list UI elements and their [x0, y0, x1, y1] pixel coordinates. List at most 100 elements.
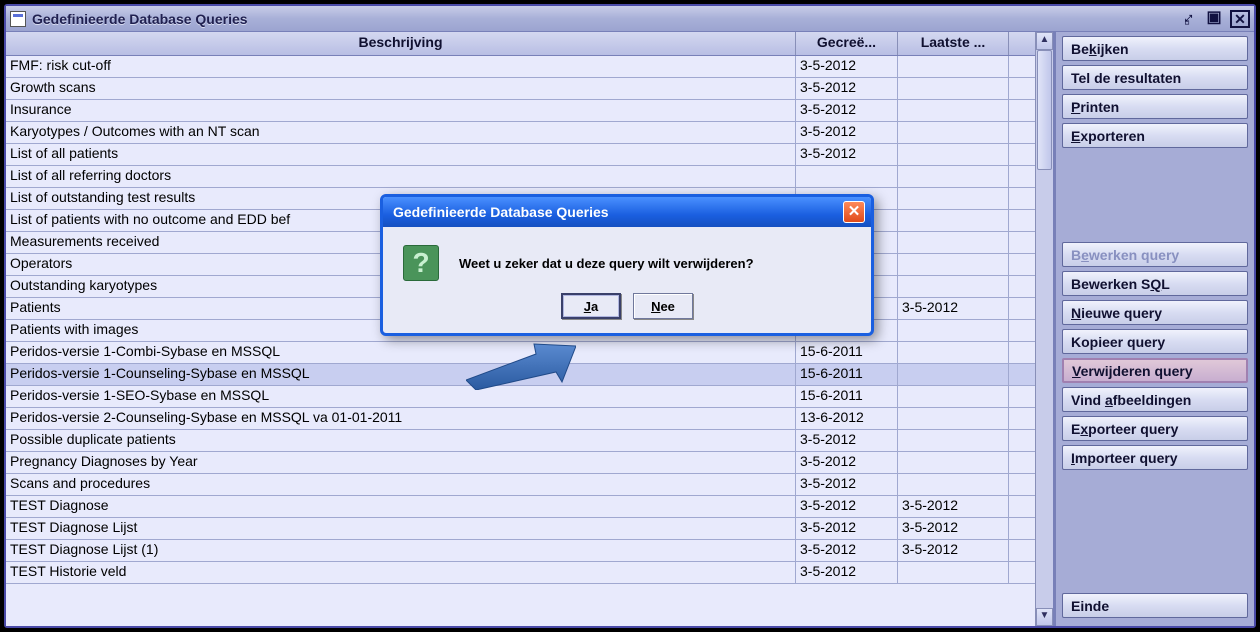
cell-created: 15-6-2011: [796, 342, 898, 363]
table-row[interactable]: TEST Diagnose Lijst3-5-20123-5-2012: [6, 518, 1035, 540]
cell-description: List of all referring doctors: [6, 166, 796, 187]
cell-last: 3-5-2012: [898, 298, 1009, 319]
cell-created: 3-5-2012: [796, 452, 898, 473]
delete-query-button[interactable]: Verwijderen query: [1062, 358, 1248, 383]
cell-description: TEST Diagnose Lijst: [6, 518, 796, 539]
cell-description: Scans and procedures: [6, 474, 796, 495]
cell-created: 3-5-2012: [796, 56, 898, 77]
end-button[interactable]: Einde: [1062, 593, 1248, 618]
table-row[interactable]: Scans and procedures3-5-2012: [6, 474, 1035, 496]
close-icon[interactable]: ✕: [1230, 10, 1250, 28]
cell-description: Growth scans: [6, 78, 796, 99]
cell-last: [898, 210, 1009, 231]
import-query-button[interactable]: Importeer query: [1062, 445, 1248, 470]
find-images-button[interactable]: Vind afbeeldingen: [1062, 387, 1248, 412]
cell-description: TEST Diagnose Lijst (1): [6, 540, 796, 561]
export-button[interactable]: Exporteren: [1062, 123, 1248, 148]
cell-last: [898, 474, 1009, 495]
edit-query-button[interactable]: Bewerken query: [1062, 242, 1248, 267]
table-row[interactable]: Peridos-versie 1-SEO-Sybase en MSSQL15-6…: [6, 386, 1035, 408]
minimize-icon[interactable]: ▫⤢: [1178, 10, 1198, 28]
scroll-up-icon[interactable]: ▲: [1036, 32, 1053, 50]
cell-last: [898, 408, 1009, 429]
copy-query-button[interactable]: Kopieer query: [1062, 329, 1248, 354]
cell-description: Insurance: [6, 100, 796, 121]
cell-last: [898, 254, 1009, 275]
dialog-titlebar: Gedefinieerde Database Queries ✕: [383, 197, 871, 227]
dialog-buttons: Ja Nee: [383, 293, 871, 333]
cell-created: 3-5-2012: [796, 144, 898, 165]
column-header-last[interactable]: Laatste ...: [898, 32, 1009, 55]
cell-description: Peridos-versie 1-SEO-Sybase en MSSQL: [6, 386, 796, 407]
cell-description: TEST Historie veld: [6, 562, 796, 583]
vertical-scrollbar[interactable]: ▲ ▼: [1035, 32, 1053, 626]
sidebar: Bekijken Tel de resultaten Printen Expor…: [1054, 32, 1254, 626]
cell-created: [796, 166, 898, 187]
table-row[interactable]: Insurance3-5-2012: [6, 100, 1035, 122]
cell-created: 3-5-2012: [796, 430, 898, 451]
cell-last: [898, 122, 1009, 143]
table-row[interactable]: Pregnancy Diagnoses by Year3-5-2012: [6, 452, 1035, 474]
maximize-icon[interactable]: ▣: [1204, 10, 1224, 28]
cell-last: [898, 364, 1009, 385]
yes-button[interactable]: Ja: [561, 293, 621, 319]
table-row[interactable]: Peridos-versie 2-Counseling-Sybase en MS…: [6, 408, 1035, 430]
cell-last: [898, 144, 1009, 165]
cell-created: 3-5-2012: [796, 78, 898, 99]
table-row[interactable]: TEST Diagnose Lijst (1)3-5-20123-5-2012: [6, 540, 1035, 562]
cell-last: [898, 100, 1009, 121]
scroll-thumb[interactable]: [1037, 50, 1052, 170]
table-row[interactable]: TEST Diagnose3-5-20123-5-2012: [6, 496, 1035, 518]
window-icon: [10, 11, 26, 27]
scroll-down-icon[interactable]: ▼: [1036, 608, 1053, 626]
cell-created: 3-5-2012: [796, 540, 898, 561]
cell-last: 3-5-2012: [898, 518, 1009, 539]
dialog-message: Weet u zeker dat u deze query wilt verwi…: [459, 256, 754, 271]
table-row[interactable]: List of all patients3-5-2012: [6, 144, 1035, 166]
confirm-dialog: Gedefinieerde Database Queries ✕ ? Weet …: [380, 194, 874, 336]
cell-last: [898, 320, 1009, 341]
cell-last: [898, 276, 1009, 297]
table-row[interactable]: List of all referring doctors: [6, 166, 1035, 188]
cell-created: 3-5-2012: [796, 496, 898, 517]
titlebar: Gedefinieerde Database Queries ▫⤢ ▣ ✕: [6, 6, 1254, 32]
table-row[interactable]: Peridos-versie 1-Combi-Sybase en MSSQL15…: [6, 342, 1035, 364]
dialog-body: ? Weet u zeker dat u deze query wilt ver…: [383, 227, 871, 293]
cell-created: 3-5-2012: [796, 518, 898, 539]
dialog-close-icon[interactable]: ✕: [843, 201, 865, 223]
cell-created: 3-5-2012: [796, 100, 898, 121]
column-header-description[interactable]: Beschrijving: [6, 32, 796, 55]
no-button[interactable]: Nee: [633, 293, 693, 319]
cell-last: [898, 166, 1009, 187]
column-header-created[interactable]: Gecreë...: [796, 32, 898, 55]
window-title: Gedefinieerde Database Queries: [32, 11, 1178, 27]
cell-description: FMF: risk cut-off: [6, 56, 796, 77]
cell-description: List of all patients: [6, 144, 796, 165]
cell-last: 3-5-2012: [898, 496, 1009, 517]
table-row[interactable]: Karyotypes / Outcomes with an NT scan3-5…: [6, 122, 1035, 144]
cell-description: Karyotypes / Outcomes with an NT scan: [6, 122, 796, 143]
export-query-button[interactable]: Exporteer query: [1062, 416, 1248, 441]
grid-body: FMF: risk cut-off3-5-2012Growth scans3-5…: [6, 56, 1035, 626]
dialog-title: Gedefinieerde Database Queries: [389, 204, 843, 220]
cell-description: Peridos-versie 1-Combi-Sybase en MSSQL: [6, 342, 796, 363]
cell-created: 15-6-2011: [796, 364, 898, 385]
cell-description: Pregnancy Diagnoses by Year: [6, 452, 796, 473]
scroll-track[interactable]: [1036, 50, 1053, 608]
cell-last: [898, 562, 1009, 583]
print-button[interactable]: Printen: [1062, 94, 1248, 119]
edit-sql-button[interactable]: Bewerken SQL: [1062, 271, 1248, 296]
table-row[interactable]: Growth scans3-5-2012: [6, 78, 1035, 100]
cell-description: Peridos-versie 2-Counseling-Sybase en MS…: [6, 408, 796, 429]
table-row[interactable]: TEST Historie veld3-5-2012: [6, 562, 1035, 584]
new-query-button[interactable]: Nieuwe query: [1062, 300, 1248, 325]
cell-last: [898, 452, 1009, 473]
table-row[interactable]: Possible duplicate patients3-5-2012: [6, 430, 1035, 452]
table-row[interactable]: Peridos-versie 1-Counseling-Sybase en MS…: [6, 364, 1035, 386]
table-row[interactable]: FMF: risk cut-off3-5-2012: [6, 56, 1035, 78]
question-icon: ?: [403, 245, 439, 281]
view-button[interactable]: Bekijken: [1062, 36, 1248, 61]
count-results-button[interactable]: Tel de resultaten: [1062, 65, 1248, 90]
grid-header: Beschrijving Gecreë... Laatste ...: [6, 32, 1035, 56]
cell-description: Possible duplicate patients: [6, 430, 796, 451]
